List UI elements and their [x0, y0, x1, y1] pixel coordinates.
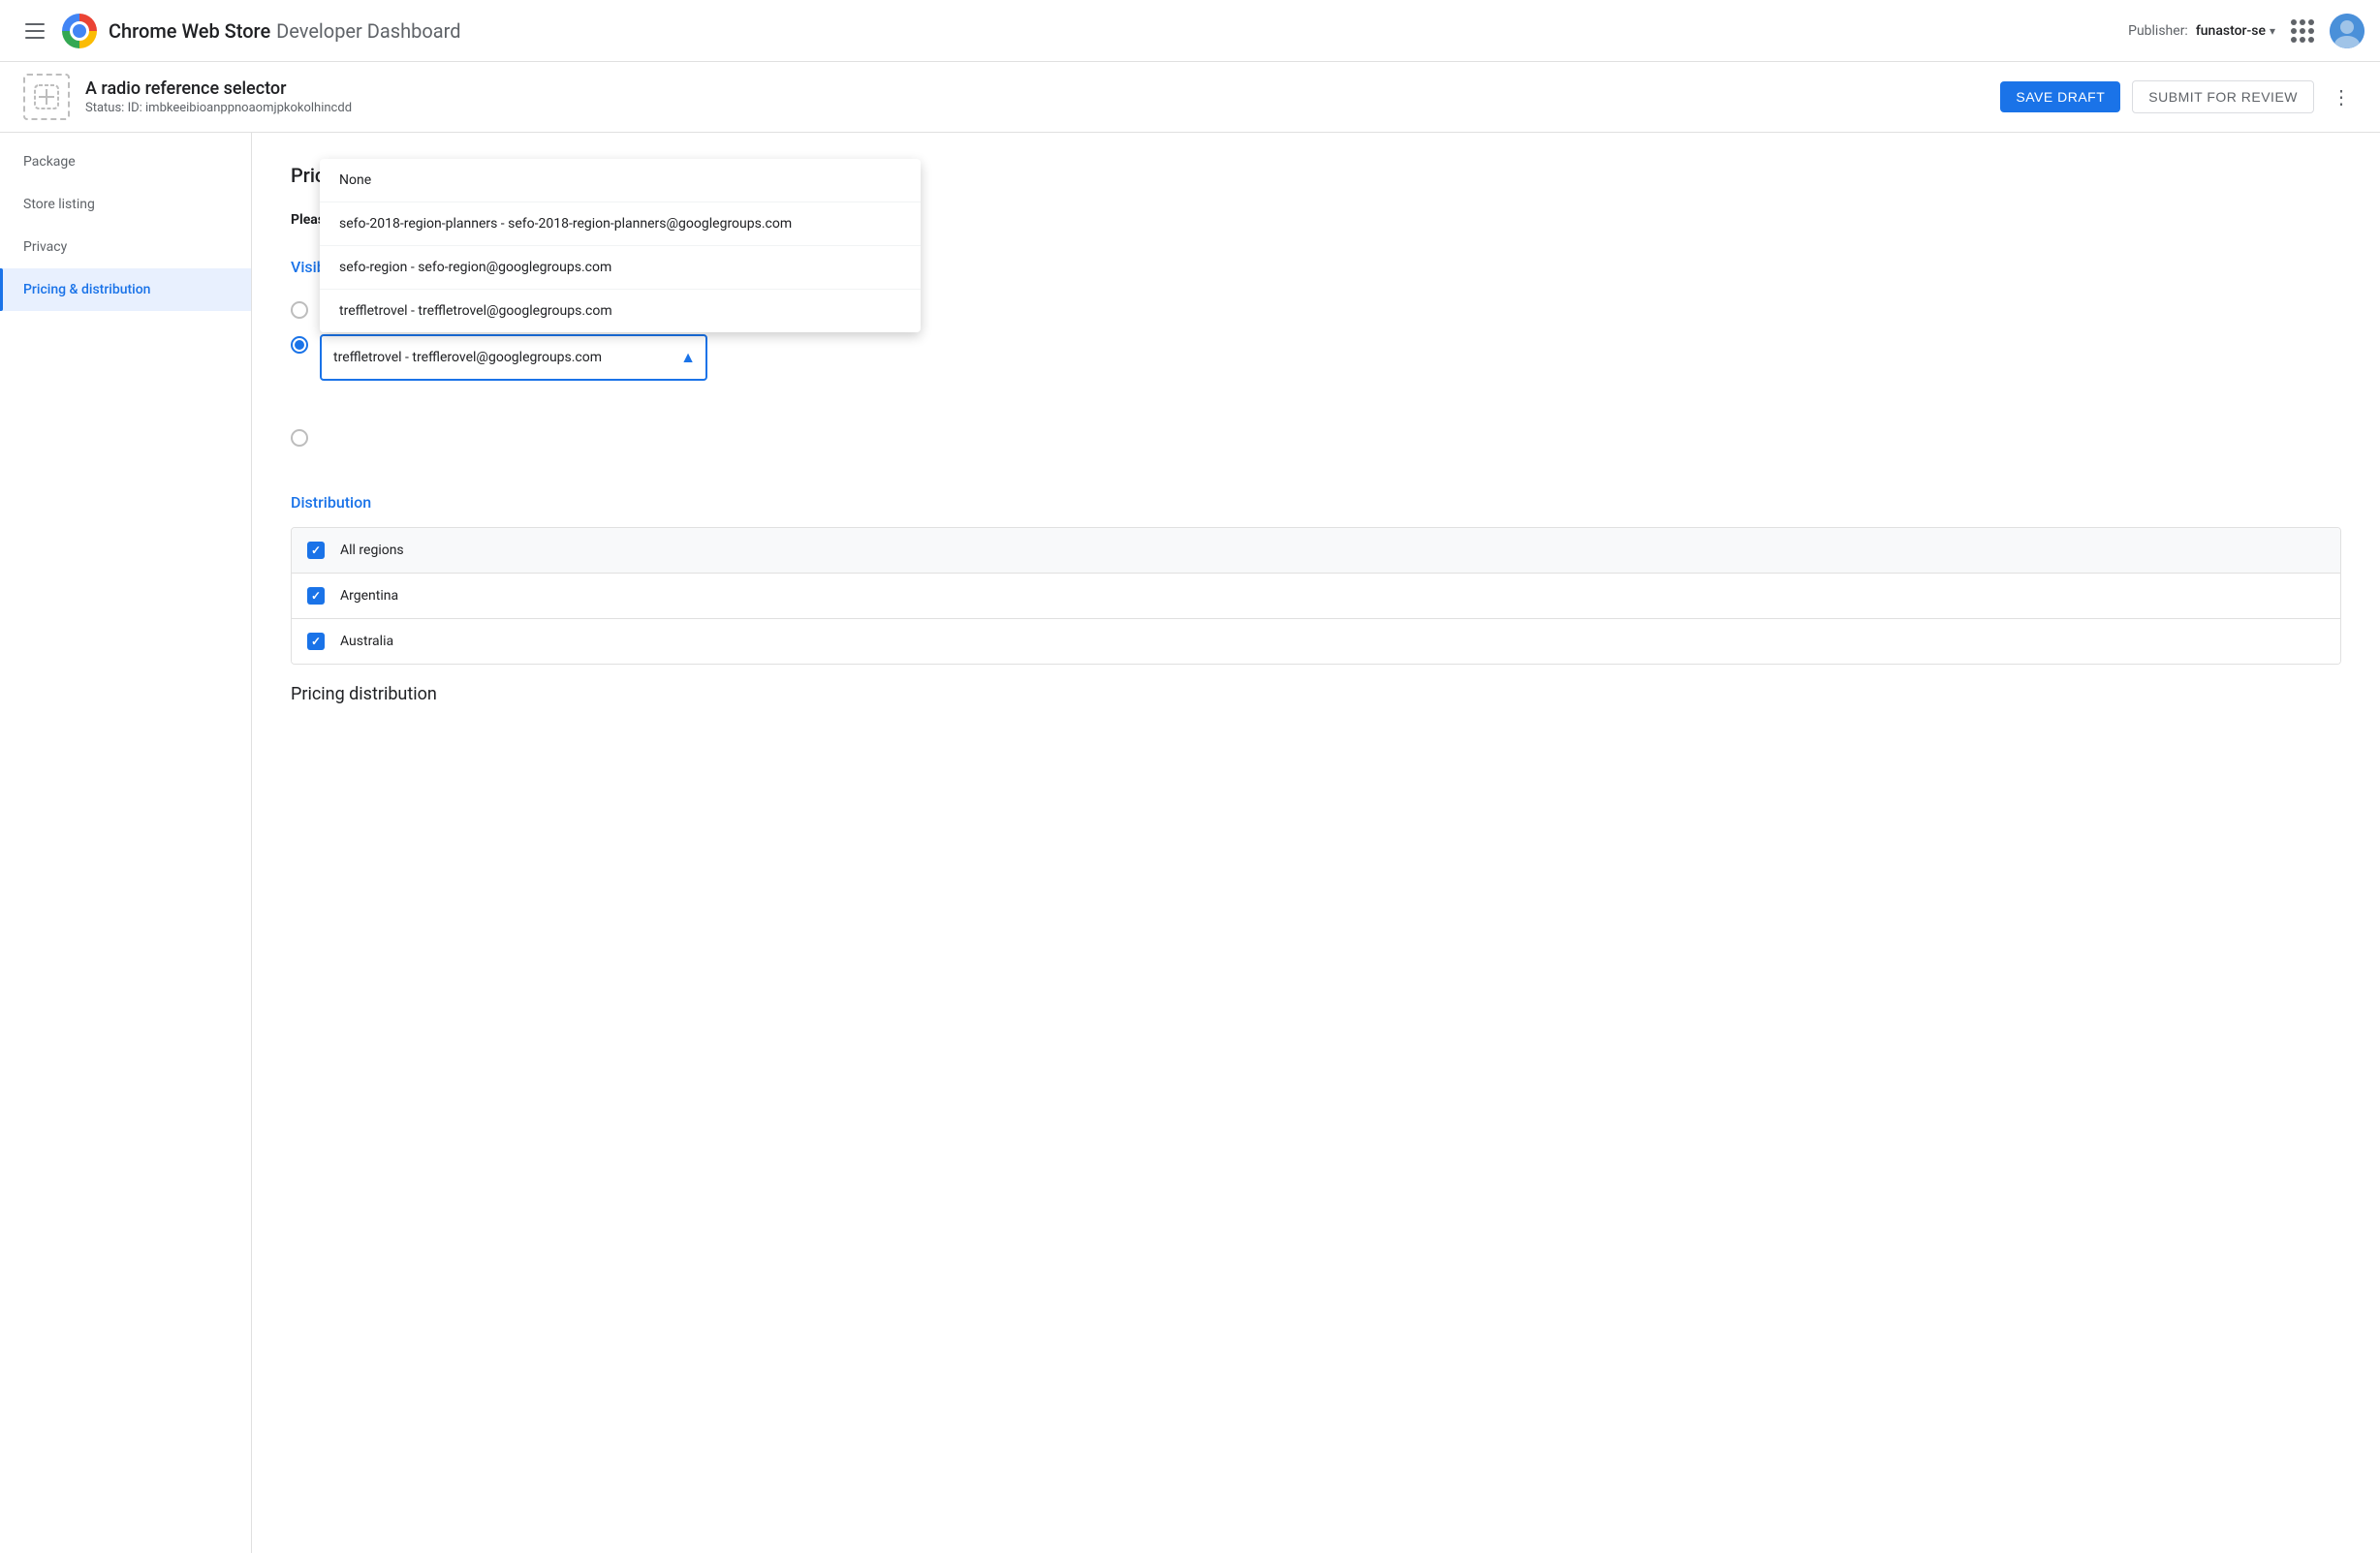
save-draft-button[interactable]: SAVE DRAFT	[2000, 81, 2120, 112]
dist-checkbox-australia[interactable]	[307, 633, 325, 650]
dist-row-australia[interactable]: Australia	[292, 619, 2340, 664]
dropdown-popup: None sefo-2018-region-planners - sefo-20…	[320, 159, 921, 332]
radio-button-3[interactable]	[291, 429, 308, 447]
dist-checkbox-argentina[interactable]	[307, 587, 325, 605]
pricing-distribution-section: Pricing distribution	[291, 684, 2341, 704]
avatar[interactable]	[2330, 14, 2364, 48]
sidebar: Package Store listing Privacy Pricing & …	[0, 133, 252, 1553]
main-content: Pricing & Distribution Please note: Pric…	[252, 133, 2380, 1553]
distribution-table: All regions Argentina Australia	[291, 527, 2341, 665]
dropdown-selected[interactable]: treffletrovel - trefflerovel@googlegroup…	[320, 334, 707, 381]
dropdown-option-treffletrovel[interactable]: treffletrovel - treffletrovel@googlegrou…	[320, 290, 921, 332]
radio-button-2[interactable]	[291, 336, 308, 354]
status-label: Status:	[85, 101, 124, 115]
dropdown-option-sefo2018[interactable]: sefo-2018-region-planners - sefo-2018-re…	[320, 202, 921, 246]
ext-id: ID: imbkeeibioanppnoaomjpkokolhincdd	[128, 101, 352, 115]
dropdown-option-seforegion[interactable]: sefo-region - sefo-region@googlegroups.c…	[320, 246, 921, 290]
dropdown-wrapper: None sefo-2018-region-planners - sefo-20…	[320, 334, 707, 381]
dropdown-option-none[interactable]: None	[320, 159, 921, 202]
publisher-name: funastor-se	[2196, 23, 2266, 39]
submit-review-button[interactable]: SUBMIT FOR REVIEW	[2132, 80, 2314, 113]
ext-icon	[23, 74, 70, 120]
distribution-title: Distribution	[291, 493, 2341, 512]
publisher-dropdown-arrow[interactable]: ▾	[2270, 24, 2275, 38]
header-actions: SAVE DRAFT SUBMIT FOR REVIEW ⋮	[2000, 80, 2357, 113]
publisher-label: Publisher:	[2128, 23, 2188, 39]
ext-status: Status: ID: imbkeeibioanppnoaomjpkokolhi…	[85, 101, 2000, 115]
dropdown-popup-wrapper: None sefo-2018-region-planners - sefo-20…	[320, 326, 707, 381]
distribution-section: Distribution All regions Argentina Austr…	[291, 493, 2341, 665]
more-options-icon[interactable]: ⋮	[2326, 81, 2357, 112]
radio-item-3[interactable]	[291, 419, 2341, 454]
ext-info: A radio reference selector Status: ID: i…	[85, 78, 2000, 115]
dist-label-australia: Australia	[340, 634, 393, 649]
dropdown-selected-text: treffletrovel - trefflerovel@googlegroup…	[333, 350, 602, 365]
apps-icon[interactable]	[2291, 19, 2314, 43]
dist-row-all-regions[interactable]: All regions	[292, 528, 2340, 574]
ext-header: A radio reference selector Status: ID: i…	[0, 62, 2380, 133]
sidebar-item-privacy[interactable]: Privacy	[0, 226, 251, 268]
sidebar-item-pricing-distribution[interactable]: Pricing & distribution	[0, 268, 251, 311]
pricing-distribution-label: Pricing distribution	[291, 684, 437, 704]
nav-title-sub: Developer Dashboard	[276, 19, 460, 43]
dist-row-argentina[interactable]: Argentina	[292, 574, 2340, 619]
sidebar-item-package[interactable]: Package	[0, 140, 251, 183]
top-nav: Chrome Web Store Developer Dashboard Pub…	[0, 0, 2380, 62]
chrome-logo	[62, 14, 97, 48]
hamburger-menu[interactable]	[16, 12, 54, 50]
nav-title-main: Chrome Web Store	[109, 19, 270, 43]
visibility-radio-group: None sefo-2018-region-planners - sefo-20…	[291, 292, 2341, 454]
radio-item-2-wrapper: None sefo-2018-region-planners - sefo-20…	[291, 326, 2341, 361]
radio-button-1[interactable]	[291, 301, 308, 319]
sidebar-item-store-listing[interactable]: Store listing	[0, 183, 251, 226]
ext-name: A radio reference selector	[85, 78, 2000, 99]
dist-label-argentina: Argentina	[340, 588, 398, 604]
dist-checkbox-all-regions[interactable]	[307, 542, 325, 559]
dropdown-arrow-up-icon: ▲	[680, 348, 696, 367]
main-layout: Package Store listing Privacy Pricing & …	[0, 133, 2380, 1553]
dist-label-all-regions: All regions	[340, 543, 404, 558]
